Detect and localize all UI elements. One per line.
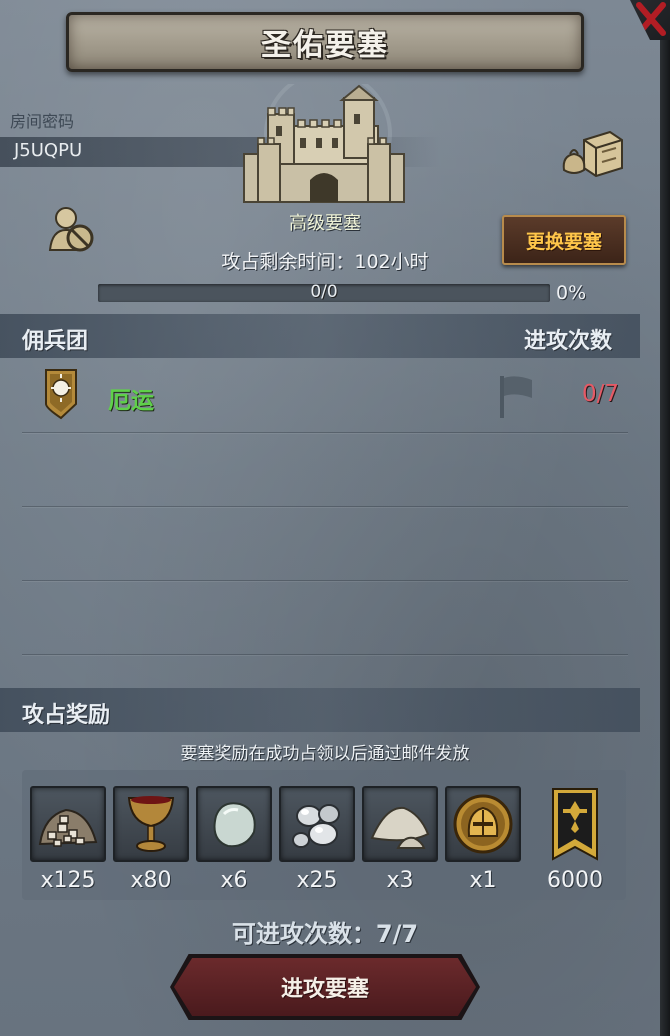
reward-item[interactable]: x80 [113,786,189,893]
reward-quantity: x6 [220,868,248,893]
mercenary-name[interactable]: 厄运 [108,381,154,415]
reward-quantity: 6000 [547,868,603,893]
ore-pile-icon [38,808,98,847]
page-title: 圣佑要塞 [261,28,389,63]
reward-item[interactable]: x125 [30,786,106,893]
flag-icon [500,376,532,418]
silver-pearls-icon [292,804,340,848]
capture-progress-bar: 0/0 [98,282,550,302]
reward-item[interactable]: x3 [362,786,438,893]
reward-item[interactable]: x6 [196,786,272,893]
row-divider [22,654,628,655]
capture-progress-percent: 0% [556,282,587,304]
goblet-icon [127,796,175,852]
reward-mail-note: 要塞奖励在成功占领以后通过邮件发放 [180,744,470,764]
reward-section-title: 攻占奖励 [22,703,111,728]
remaining-attacks: 可进攻次数：7/7 [231,920,419,948]
reward-quantity: x3 [386,868,414,893]
reward-tile [279,786,355,862]
capture-progress-text: 0/0 [310,282,338,302]
attack-count-header: 进攻次数 [524,329,613,354]
reward-item[interactable]: 6000 [537,786,613,893]
banner-emblem-icon [552,788,598,861]
reward-tile [196,786,272,862]
reward-quantity: x1 [469,868,497,893]
reward-tile [537,786,613,862]
reward-tile [113,786,189,862]
row-divider [22,580,628,581]
panel-edge [660,0,670,1036]
reward-tile [362,786,438,862]
reward-item[interactable]: x25 [279,786,355,893]
supply-crate-icon[interactable] [560,126,624,178]
mercenary-section-title: 佣兵团 [22,329,89,354]
sand-pile-icon [370,806,430,849]
reward-tile [445,786,521,862]
reward-tile [30,786,106,862]
row-divider [22,506,628,507]
attack-fortress-label: 进攻要塞 [280,977,369,1002]
room-password-value: J5UQPU [14,140,83,161]
attack-fortress-button[interactable]: 进攻要塞 [174,958,476,1016]
capture-time-remaining: 攻占剩余时间：102小时 [221,251,429,273]
mercenary-attack-count: 0/7 [582,381,620,407]
guild-shield-icon [45,369,77,420]
reward-quantity: x25 [296,868,338,893]
title-banner: 圣佑要塞 [66,12,584,72]
reward-quantity: x125 [40,868,96,893]
fortress-castle-icon [243,84,405,203]
stone-icon [213,802,256,848]
reward-item[interactable]: x1 [445,786,521,893]
room-password-label: 房间密码 [10,112,75,131]
row-divider [22,432,628,433]
knight-helmet-coin-icon [453,794,513,854]
reward-quantity: x80 [130,868,172,893]
